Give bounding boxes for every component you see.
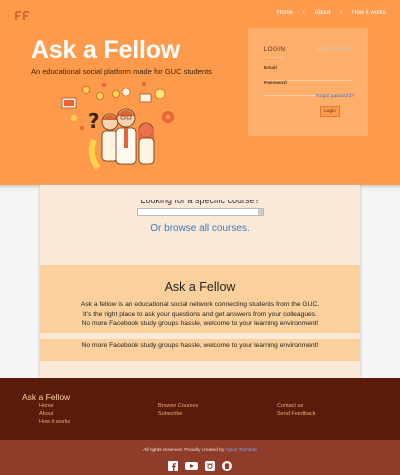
footer-col-2: Browse Courses Subscribe <box>158 403 198 418</box>
svg-text:?: ? <box>88 109 100 133</box>
about-line: No more Facebook study groups hassle, we… <box>81 320 319 328</box>
github-icon[interactable] <box>222 458 232 471</box>
footer-bottom: All rights reserved. Proudly created by … <box>0 440 400 475</box>
login-card: LOGIN REGISTER Email Password Forgot pas… <box>248 28 368 136</box>
login-button[interactable]: Login <box>320 106 340 117</box>
tab-login[interactable]: LOGIN <box>263 46 286 58</box>
footer-col-3: Contact us Send Feedback <box>277 403 316 418</box>
about-line: Ask a fellow is an educational social ne… <box>80 301 320 308</box>
footer-link-feedback[interactable]: Send Feedback <box>277 411 316 418</box>
tab-register[interactable]: REGISTER <box>317 46 352 58</box>
login-tabs: LOGIN REGISTER <box>248 28 368 58</box>
password-label: Password <box>264 81 287 86</box>
creator-link[interactable]: Aplus Techhub <box>225 448 256 453</box>
nav-how-it-works[interactable]: How it works <box>352 10 386 16</box>
about-section: Ask a Fellow Ask a fellow is an educatio… <box>40 265 360 333</box>
social-links <box>0 458 400 471</box>
footer-link-subscribe[interactable]: Subscribe <box>158 411 198 418</box>
main-content: Looking for a specific course? Or browse… <box>40 185 360 378</box>
email-label: Email <box>264 66 277 71</box>
repeated-about-strip: No more Facebook study groups hassle, we… <box>40 339 360 361</box>
copyright-text: All rights reserved. Proudly created by … <box>0 448 400 453</box>
footer-link-about[interactable]: About <box>39 411 70 418</box>
hero-title: Ask a Fellow <box>31 36 181 64</box>
logo-icon[interactable] <box>14 9 32 23</box>
nav-home[interactable]: Home <box>277 10 293 16</box>
browse-courses-link[interactable]: Or browse all courses. <box>40 223 360 234</box>
rights-text: All rights reserved. Proudly created by <box>143 448 226 453</box>
footer-brand: Ask a Fellow <box>22 392 71 402</box>
footer-col-1: Home About How it works <box>39 403 70 426</box>
footer-link-contact[interactable]: Contact us <box>277 403 316 410</box>
forgot-password-link[interactable]: Forgot password? <box>316 94 354 99</box>
instagram-icon[interactable] <box>205 458 215 471</box>
footer-link-home[interactable]: Home <box>39 403 70 410</box>
about-text: Ask a fellow is an educational social ne… <box>40 300 360 329</box>
search-prompt: Looking for a specific course? <box>140 200 260 205</box>
hero-subtitle: An educational social platform made for … <box>31 67 212 76</box>
repeated-line: No more Facebook study groups hassle, we… <box>81 342 319 349</box>
footer-link-how-it-works[interactable]: How it works <box>39 419 70 426</box>
dropdown-handle[interactable] <box>258 209 263 215</box>
about-title: Ask a Fellow <box>164 280 236 294</box>
about-line: It's the right place to ask your questio… <box>83 310 317 318</box>
top-nav: Home / About / How it works <box>277 10 386 16</box>
hero-section: Home / About / How it works Ask a Fellow… <box>0 0 400 185</box>
course-search-input[interactable] <box>137 208 264 216</box>
email-field[interactable] <box>264 74 352 81</box>
facebook-icon[interactable] <box>168 458 178 471</box>
youtube-icon[interactable] <box>185 458 198 470</box>
footer-link-browse-courses[interactable]: Browse Courses <box>158 403 198 410</box>
footer: Ask a Fellow Home About How it works Bro… <box>0 378 400 440</box>
students-illustration: ? <box>61 81 174 170</box>
nav-separator: / <box>340 10 342 16</box>
nav-separator: / <box>302 10 305 16</box>
nav-about[interactable]: About <box>315 10 331 16</box>
